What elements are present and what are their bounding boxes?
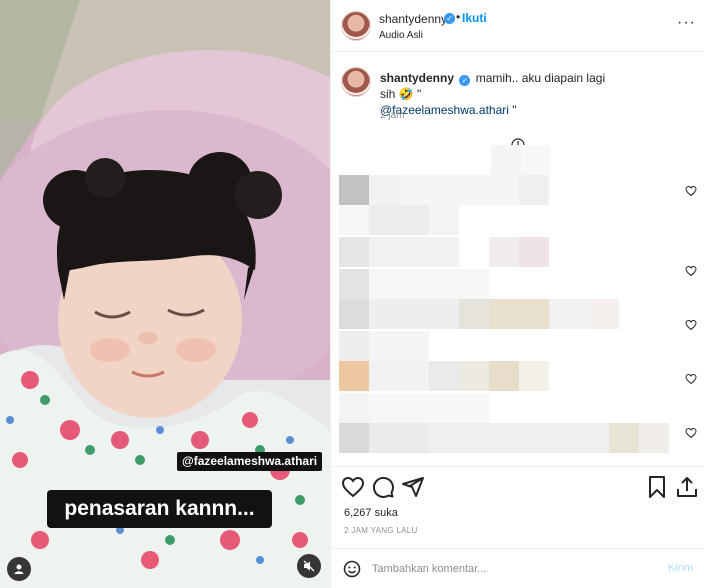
caption-suffix: ": [508, 103, 517, 117]
share-icon[interactable]: [401, 475, 425, 499]
mute-icon: [303, 560, 315, 572]
emoji-icon[interactable]: [343, 560, 361, 578]
post-timestamp[interactable]: 2 JAM YANG LALU: [344, 526, 418, 535]
comment-like-heart-icon[interactable]: [685, 319, 697, 331]
avatar[interactable]: [341, 11, 371, 41]
upload-icon[interactable]: [675, 475, 699, 499]
blurred-comments: [339, 145, 669, 453]
header-separator: •: [456, 10, 461, 24]
mention-tag[interactable]: @fazeelameshwa.athari: [177, 452, 322, 471]
audio-label[interactable]: Audio Asli: [379, 30, 423, 41]
mute-button[interactable]: [297, 554, 321, 578]
post-details-panel: shantydenny ✓ Ikuti • Audio Asli ··· sha…: [330, 0, 704, 588]
caption-time: 2 jam: [380, 110, 405, 121]
post-header: shantydenny ✓ Ikuti • Audio Asli ···: [331, 0, 704, 52]
comment-like-heart-icon[interactable]: [685, 185, 697, 197]
caption-username[interactable]: shantydenny: [380, 71, 454, 85]
comment-like-heart-icon[interactable]: [685, 427, 697, 439]
comment-input[interactable]: [372, 561, 632, 577]
post-media[interactable]: @fazeelameshwa.athari penasaran kannn...: [0, 0, 330, 588]
caption-avatar[interactable]: [341, 67, 371, 97]
more-icon[interactable]: ···: [677, 14, 696, 32]
caption-verified-icon: ✓: [459, 75, 471, 86]
user-icon: [14, 564, 24, 574]
header-username[interactable]: shantydenny: [379, 12, 447, 26]
comment-icon[interactable]: [371, 475, 395, 499]
save-icon[interactable]: [645, 475, 669, 499]
verified-icon: ✓: [444, 13, 455, 24]
heart-icon[interactable]: [341, 475, 365, 499]
like-count[interactable]: 6,267 suka: [344, 507, 398, 519]
video-caption: penasaran kannn...: [47, 490, 272, 528]
action-bar: [331, 466, 704, 506]
user-tags-button[interactable]: [7, 557, 31, 581]
caption: shantydenny ✓ mamih.. aku diapain lagi s…: [380, 70, 620, 118]
comment-like-heart-icon[interactable]: [685, 373, 697, 385]
comment-like-heart-icon[interactable]: [685, 265, 697, 277]
comment-bar: Kirim: [331, 548, 704, 588]
follow-button[interactable]: Ikuti: [462, 11, 487, 25]
post-comment-button[interactable]: Kirim: [668, 562, 693, 574]
